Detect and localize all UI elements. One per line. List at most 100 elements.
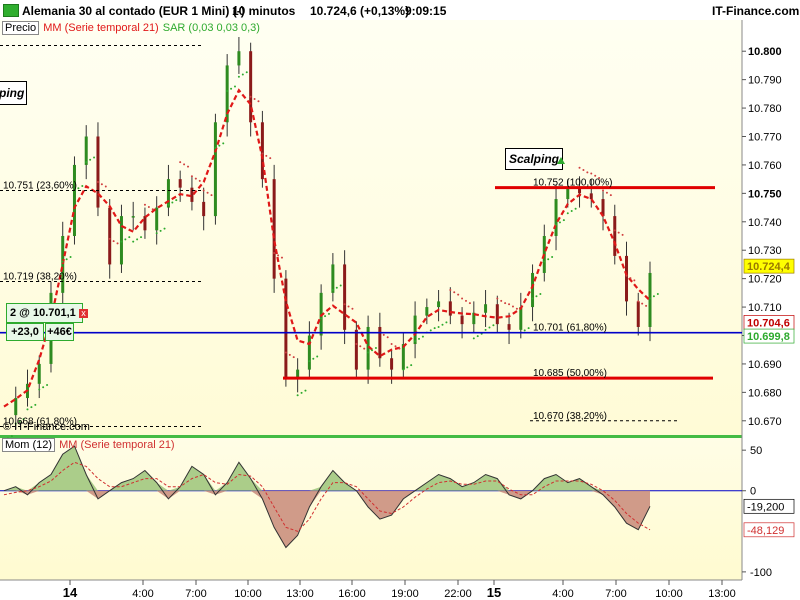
sar-dot [453,291,456,294]
clock: 9:09:15 [405,4,447,18]
sar-dot [374,347,377,350]
sar-dot [492,324,495,327]
sar-dot [183,163,186,166]
sar-dot [120,240,123,243]
candle-body [37,363,41,384]
sar-dot [363,347,366,350]
sar-dot [629,277,632,280]
chart-canvas[interactable]: 14 4:00 7:00 10:00 13:00 16:00 19:00 22:00 15 4:0… [0,20,800,600]
sar-dot [316,355,319,358]
sar-dot [34,403,37,406]
y-tick-label: 10.760 [748,160,782,172]
sar-dot [320,317,323,320]
y-tick-label: 10.680 [748,387,782,399]
sar-dot [26,408,29,411]
candle-body [84,136,88,165]
sar-dot [649,297,651,300]
panel-separator[interactable] [0,435,742,438]
sar-dot [261,152,264,155]
sar-dot [198,179,201,182]
y-tick-label: 10.730 [748,245,782,257]
sar-dot [124,238,127,241]
timeframe[interactable]: 10 minutos [232,4,295,18]
sar-dot [386,336,389,339]
sar-dot [257,100,260,103]
sar-dot [637,300,640,303]
x-tick-label: 22:00 [444,588,472,600]
sar-dot [547,258,550,261]
sar-dot [558,221,561,224]
sar-dot [496,297,499,300]
sar-dot [617,231,620,234]
sar-dot [500,299,503,302]
y-tick-label: 0 [750,486,756,498]
candle-body [96,136,100,208]
sar-dot [136,238,139,241]
sar-dot [331,289,334,292]
sar-dot [237,75,240,78]
candle-body [484,304,488,313]
price-tag-label: 10.699,8 [747,331,790,343]
sar-dot [445,321,448,324]
price-panel-bg [0,20,742,435]
candle-body [448,301,452,316]
legend-mom[interactable]: Mom (12) [2,438,56,452]
sar-dot [253,97,256,100]
candle-body [143,216,147,231]
sar-dot [116,242,119,245]
sar-dot [551,256,554,259]
legend-price[interactable]: Precio [2,21,40,35]
watermark: © IT-Finance.com [3,421,90,433]
sar-dot [245,71,248,74]
candle-body [61,236,65,293]
candle-body [72,164,76,236]
legend-mom-ma[interactable]: MM (Serie temporal 21) [59,439,175,451]
sar-dot [324,315,327,318]
legend-ma[interactable]: MM (Serie temporal 21) [43,22,159,34]
sar-dot [65,258,68,261]
sar-dot [210,194,213,197]
sar-dot [464,299,467,302]
sar-dot [155,232,158,235]
mom-value-tag-label: -19,200 [747,501,784,513]
sar-dot [476,335,479,338]
sar-dot [167,203,170,206]
sar-dot [555,223,558,226]
candle-body [495,304,499,325]
sar-dot [359,345,362,348]
mom-value-tag-label: -48,129 [747,525,784,537]
sar-dot [410,364,413,367]
sar-dot [441,323,444,326]
candle-body [566,187,570,200]
candle-body [307,335,311,370]
sar-dot [132,240,135,243]
x-tick-label: 7:00 [185,588,206,600]
close-position-icon[interactable]: x [79,309,88,318]
sar-dot [273,252,276,255]
candle-body [425,307,429,316]
sar-dot [159,229,162,232]
sar-dot [46,383,49,386]
sar-dot [523,329,526,332]
x-tick-label: 10:00 [655,588,683,600]
sar-dot [171,201,174,204]
sar-dot [562,219,565,222]
price-legend: Precio MM (Serie temporal 21) SAR (0,03 0,… [2,21,264,35]
scalping-label-left[interactable]: ping [0,81,27,105]
sar-dot [347,305,350,308]
scalping-label[interactable]: Scalping [505,148,563,170]
sar-dot [371,349,374,352]
sar-dot [539,292,542,295]
candle-body [507,324,511,330]
x-tick-label: 7:00 [605,588,626,600]
legend-sar[interactable]: SAR (0,03 0,03 0,3) [163,22,260,34]
candle-body [213,122,217,217]
x-tick-label: 16:00 [338,588,366,600]
sar-dot [605,191,608,194]
last-price: 10.724,6 (+0,13%) [310,4,410,18]
candle-body [613,216,617,256]
position-box[interactable]: 2 @ 10.701,1 [6,303,83,323]
candle-body [119,216,123,265]
fib-level-label: 10.670 (38,20%) [533,411,607,422]
sar-dot [42,386,45,389]
